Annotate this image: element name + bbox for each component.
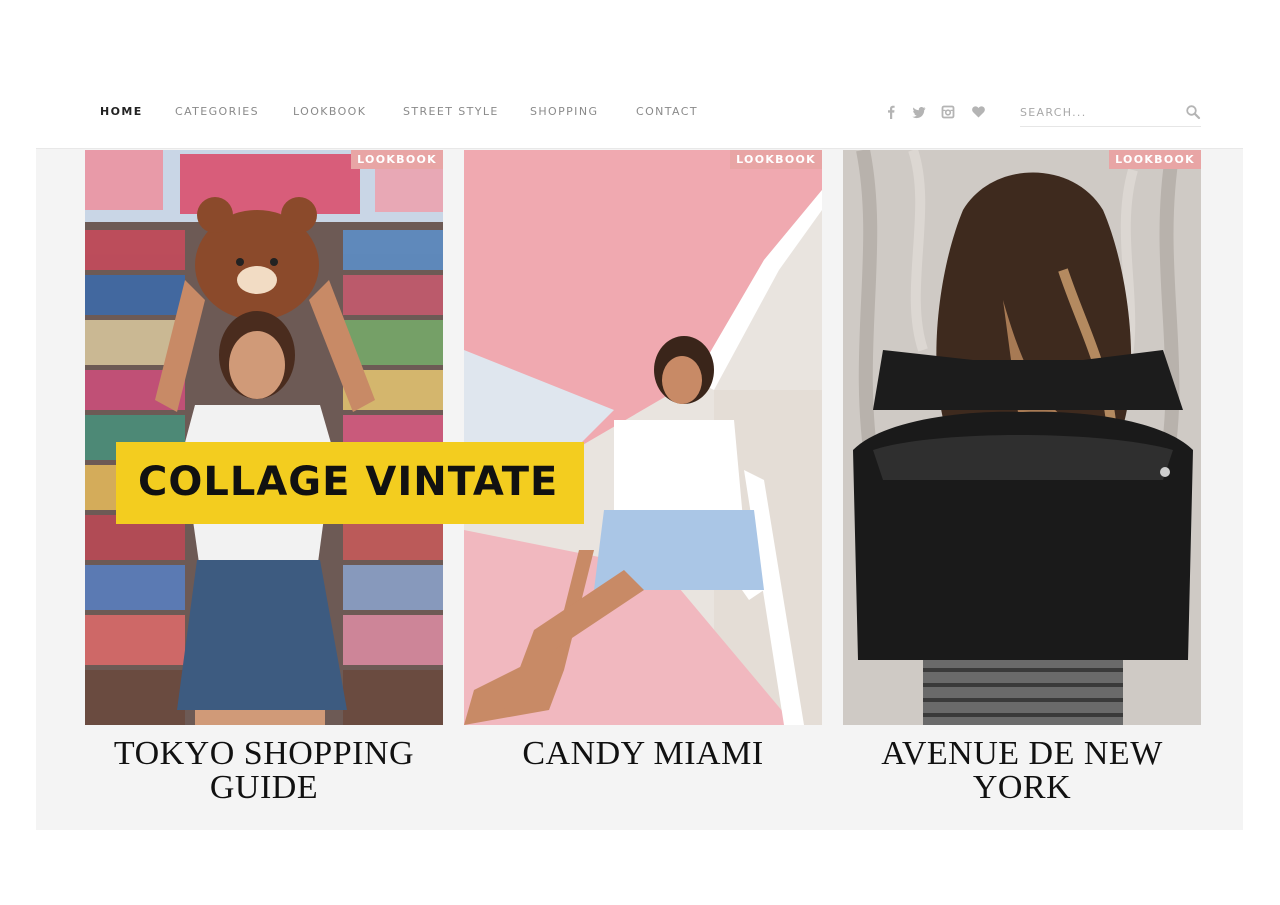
post-tag-lookbook[interactable]: LOOKBOOK [351, 150, 443, 169]
post-title[interactable]: AVENUE DE NEW YORK [843, 737, 1201, 805]
post-tag-lookbook[interactable]: LOOKBOOK [730, 150, 822, 169]
facebook-icon[interactable] [884, 104, 898, 120]
twitter-icon[interactable] [911, 104, 927, 120]
post-image-tokyo[interactable]: LOOKBOOK [85, 150, 443, 725]
post-title[interactable]: TOKYO SHOPPING GUIDE [85, 737, 443, 805]
main-nav: HOME CATEGORIES LOOKBOOK STREET STYLE SH… [0, 96, 1280, 130]
heart-icon[interactable] [971, 104, 986, 120]
nav-item-categories[interactable]: CATEGORIES [175, 105, 259, 118]
nav-item-contact[interactable]: CONTACT [636, 105, 698, 118]
post-image-new-york[interactable]: LOOKBOOK [843, 150, 1201, 725]
nav-item-street-style[interactable]: STREET STYLE [403, 105, 499, 118]
post-card-new-york[interactable]: LOOKBOOK AVENUE DE NEW YORK [843, 150, 1201, 805]
post-tag-lookbook[interactable]: LOOKBOOK [1109, 150, 1201, 169]
post-image-miami[interactable]: LOOKBOOK [464, 150, 822, 725]
search-box [1020, 98, 1201, 127]
search-input[interactable] [1020, 103, 1170, 121]
post-title[interactable]: CANDY MIAMI [464, 737, 822, 771]
nav-item-lookbook[interactable]: LOOKBOOK [293, 105, 366, 118]
nav-item-shopping[interactable]: SHOPPING [530, 105, 598, 118]
collage-banner: COLLAGE VINTATE [116, 442, 584, 524]
banner-text: COLLAGE VINTATE [138, 459, 559, 505]
new-york-jacket-photo [843, 150, 1201, 725]
search-icon[interactable] [1185, 104, 1201, 120]
instagram-icon[interactable] [941, 104, 955, 120]
tokyo-shop-photo [85, 150, 443, 725]
nav-item-home[interactable]: HOME [100, 105, 143, 118]
miami-beach-photo [464, 150, 822, 725]
